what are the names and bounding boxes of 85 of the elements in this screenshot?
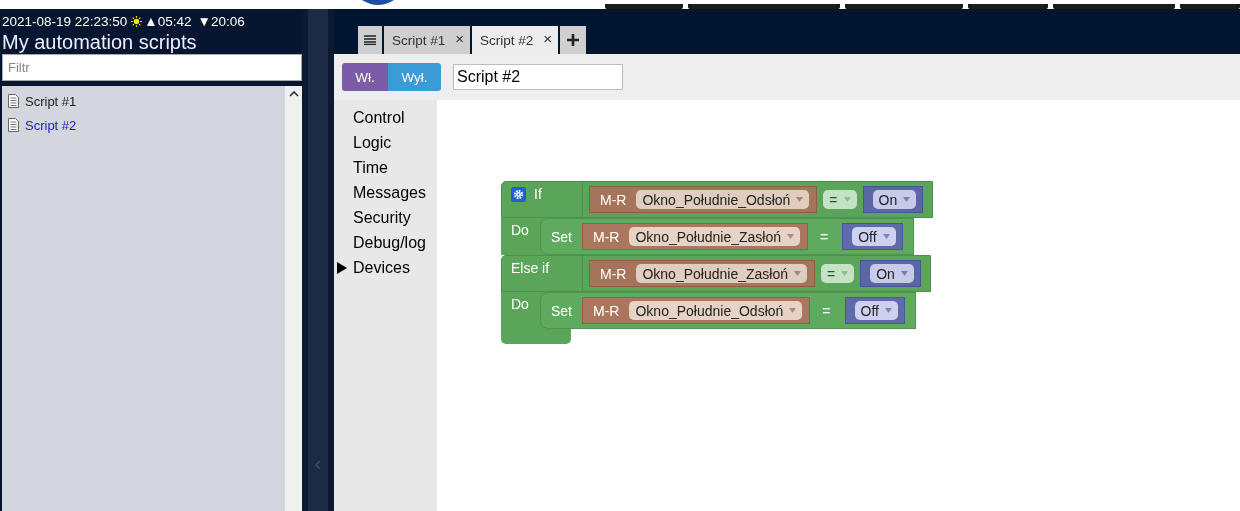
nav-button[interactable] — [1053, 4, 1175, 9]
filter-field[interactable]: Filtr — [2, 54, 302, 81]
value-block[interactable]: On — [860, 260, 921, 287]
block-label: Set — [551, 228, 572, 245]
expand-arrow-icon[interactable] — [337, 262, 347, 274]
caret-icon — [900, 271, 908, 276]
device-type-label: M-R — [600, 265, 627, 282]
caret-icon — [841, 271, 849, 276]
operator-dropdown[interactable]: = — [823, 190, 857, 209]
device-block[interactable]: M-R Okno_Południe_Odsłoń — [589, 186, 818, 213]
document-icon — [8, 118, 19, 132]
device-dropdown[interactable]: Okno_Południe_Odsłoń — [636, 190, 810, 209]
device-block[interactable]: M-R Okno_Południe_Zasłoń — [582, 223, 808, 250]
plus-icon — [567, 34, 580, 46]
device-dropdown[interactable]: Okno_Południe_Odsłoń — [629, 301, 803, 320]
tab-label[interactable]: Script #1 — [392, 32, 446, 48]
nav-button[interactable] — [1180, 4, 1240, 9]
toolbox-category[interactable]: Devices — [353, 258, 410, 277]
script-list-item[interactable]: Script #2 — [25, 117, 77, 133]
settings-icon[interactable] — [511, 186, 526, 202]
toolbox-category[interactable]: Debug/log — [353, 233, 426, 252]
caret-icon — [796, 197, 804, 202]
tab-close-button[interactable]: × — [543, 29, 553, 47]
tab-close-button[interactable]: × — [455, 29, 465, 47]
panel-title: My automation scripts — [2, 30, 198, 54]
caret-icon — [903, 197, 911, 202]
collapse-icon[interactable] — [315, 460, 321, 470]
nav-button[interactable] — [605, 4, 683, 9]
value-block[interactable]: Off — [842, 223, 903, 250]
scroll-up-icon[interactable] — [288, 91, 299, 97]
script-tab[interactable]: Script #2 × — [472, 26, 559, 54]
caret-icon — [843, 197, 851, 202]
script-name-field[interactable]: Script #2 — [453, 64, 623, 90]
value-dropdown[interactable]: Off — [854, 301, 898, 320]
value-block[interactable]: On — [862, 186, 924, 213]
script-list-item[interactable]: Script #1 — [25, 93, 77, 109]
caret-icon — [882, 234, 890, 239]
block-label: Do — [510, 221, 530, 238]
operator-dropdown[interactable]: = — [821, 264, 855, 283]
value-block[interactable]: Off — [844, 297, 905, 324]
block-label: Else if — [511, 260, 550, 276]
sun-icon — [131, 16, 143, 27]
caret-icon — [884, 308, 892, 313]
caret-icon — [787, 234, 794, 239]
block-label: If — [534, 186, 542, 202]
toolbox-category[interactable]: Messages — [353, 183, 426, 202]
block-label: Do — [510, 295, 530, 312]
toolbox-category[interactable]: Security — [353, 208, 411, 227]
menu-icon — [364, 35, 376, 45]
block-label: Set — [551, 302, 572, 319]
condition-row[interactable]: Else if M-R Okno_Południe_Zasłoń = On — [501, 255, 931, 292]
set-block[interactable]: Set M-R Okno_Południe_Odsłoń = Off — [540, 292, 916, 329]
menu-tab[interactable] — [358, 26, 382, 54]
toggle-button[interactable]: Wł. — [342, 63, 388, 91]
add-tab-button[interactable] — [560, 26, 587, 54]
value-dropdown[interactable]: On — [870, 264, 914, 283]
scrollbar[interactable] — [285, 86, 302, 511]
device-dropdown[interactable]: Okno_Południe_Zasłoń — [636, 264, 807, 283]
value-dropdown[interactable]: Off — [852, 227, 896, 246]
logo-icon — [360, 0, 396, 6]
document-icon — [8, 94, 19, 108]
value-dropdown[interactable]: On — [872, 190, 917, 209]
nav-button[interactable] — [845, 4, 963, 9]
date-time: 2021-08-19 22:23:50 — [2, 14, 128, 29]
toolbox-category[interactable]: Time — [353, 158, 388, 177]
device-type-label: M-R — [593, 228, 620, 245]
device-block[interactable]: M-R Okno_Południe_Odsłoń — [582, 297, 811, 324]
set-block[interactable]: Set M-R Okno_Południe_Zasłoń = Off — [540, 218, 914, 255]
nav-button[interactable] — [688, 4, 840, 9]
device-type-label: M-R — [593, 302, 620, 319]
caret-icon — [794, 271, 801, 276]
device-type-label: M-R — [600, 191, 627, 208]
device-dropdown[interactable]: Okno_Południe_Zasłoń — [629, 227, 800, 246]
nav-button[interactable] — [968, 4, 1048, 9]
script-tab[interactable]: Script #1 × — [384, 26, 471, 54]
toolbox-category[interactable]: Logic — [353, 133, 392, 152]
sunrise-time: ▲05:42 — [144, 14, 192, 29]
device-block[interactable]: M-R Okno_Południe_Zasłoń — [589, 260, 815, 287]
sunset-time: ▼20:06 — [197, 14, 245, 29]
operator-label: = — [820, 228, 829, 245]
toolbox-category[interactable]: Control — [353, 108, 405, 127]
condition-row[interactable]: If M-R Okno_Południe_Odsłoń = On — [501, 181, 934, 218]
operator-label: = — [822, 302, 831, 319]
caret-icon — [789, 308, 797, 313]
tab-label[interactable]: Script #2 — [480, 32, 534, 48]
